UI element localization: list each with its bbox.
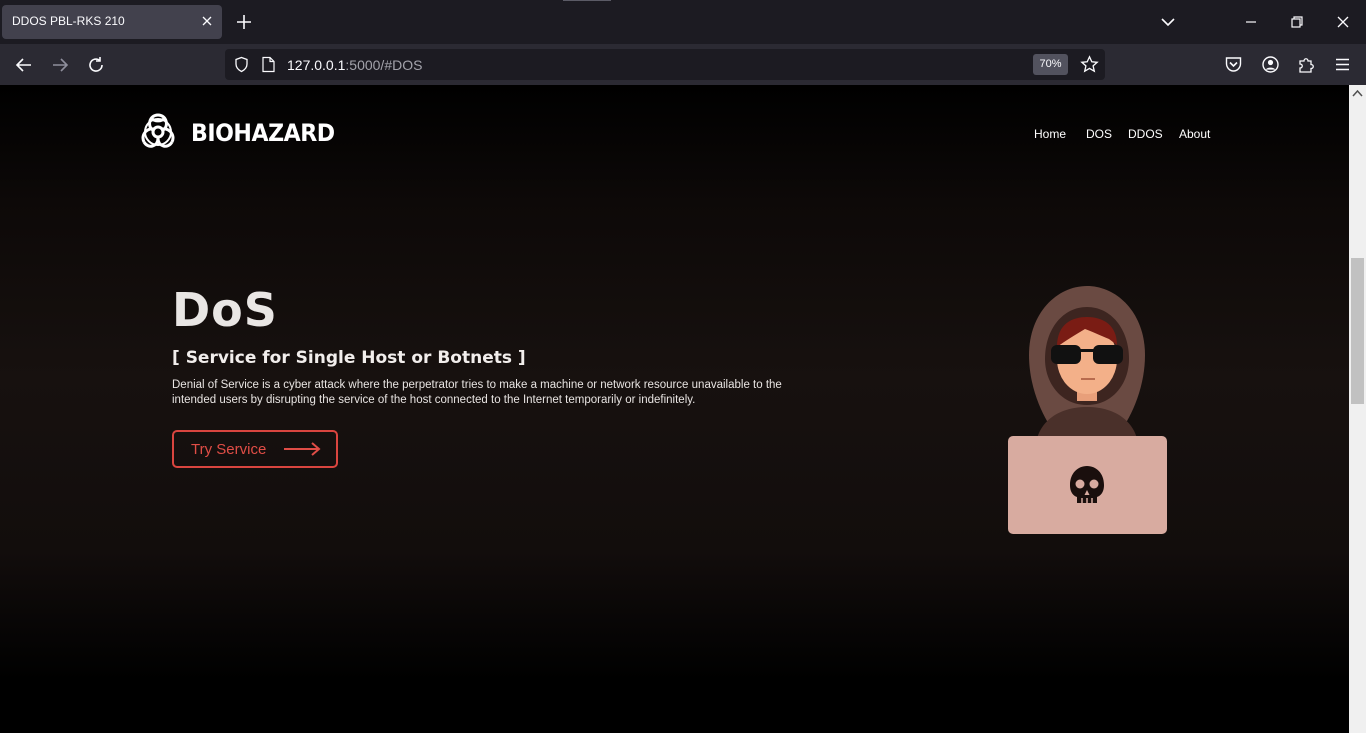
zoom-level-badge[interactable]: 70% xyxy=(1033,54,1068,75)
logo-text: BIOHAZARD xyxy=(191,119,335,147)
url-path: :5000/#DOS xyxy=(345,57,423,73)
navigation-toolbar: 127.0.0.1:5000/#DOS 70% xyxy=(0,44,1366,85)
scroll-up-arrow-icon[interactable] xyxy=(1352,89,1363,97)
star-icon[interactable] xyxy=(1080,55,1099,74)
hero-description: Denial of Service is a cyber attack wher… xyxy=(172,378,862,408)
active-tab[interactable]: DDOS PBL-RKS 210 xyxy=(2,5,222,39)
description-line: intended users by disrupting the service… xyxy=(172,394,696,406)
tab-bar: DDOS PBL-RKS 210 xyxy=(0,0,1366,44)
site-logo[interactable]: BIOHAZARD xyxy=(137,111,337,153)
close-tab-icon[interactable] xyxy=(200,14,214,28)
new-tab-icon[interactable] xyxy=(234,12,254,32)
menu-icon[interactable] xyxy=(1333,55,1352,74)
url-host: 127.0.0.1 xyxy=(287,57,346,73)
drag-indicator xyxy=(563,0,611,1)
page-icon[interactable] xyxy=(261,56,276,73)
pocket-icon[interactable] xyxy=(1224,55,1243,74)
page-scrollbar[interactable] xyxy=(1349,85,1366,733)
biohazard-icon xyxy=(141,113,175,148)
hero-title: DoS xyxy=(172,283,278,337)
try-service-label: Try Service xyxy=(191,441,267,458)
nav-about[interactable]: About xyxy=(1179,127,1210,141)
description-line: Denial of Service is a cyber attack wher… xyxy=(172,379,782,391)
reload-icon[interactable] xyxy=(85,54,107,76)
back-arrow-icon[interactable] xyxy=(13,54,35,76)
url-bar[interactable]: 127.0.0.1:5000/#DOS 70% xyxy=(225,49,1105,80)
arrow-right-icon xyxy=(284,442,321,456)
url-text[interactable]: 127.0.0.1:5000/#DOS xyxy=(287,57,422,73)
close-window-icon[interactable] xyxy=(1333,12,1353,32)
forward-arrow-icon[interactable] xyxy=(49,54,71,76)
restore-icon[interactable] xyxy=(1287,12,1307,32)
page-viewport: BIOHAZARD Home DOS DDOS About DoS [ Serv… xyxy=(0,85,1349,733)
shield-icon[interactable] xyxy=(233,56,250,73)
account-icon[interactable] xyxy=(1261,55,1280,74)
hero-subtitle: [ Service for Single Host or Botnets ] xyxy=(172,348,526,368)
hacker-illustration xyxy=(1008,286,1167,534)
nav-home[interactable]: Home xyxy=(1034,127,1066,141)
try-service-button[interactable]: Try Service xyxy=(172,430,338,468)
nav-dos[interactable]: DOS xyxy=(1086,127,1112,141)
minimize-icon[interactable] xyxy=(1241,12,1261,32)
extensions-icon[interactable] xyxy=(1297,55,1316,74)
scrollbar-thumb[interactable] xyxy=(1351,258,1364,404)
nav-ddos[interactable]: DDOS xyxy=(1128,127,1163,141)
tab-title: DDOS PBL-RKS 210 xyxy=(12,14,125,28)
chevron-down-icon[interactable] xyxy=(1158,12,1178,32)
